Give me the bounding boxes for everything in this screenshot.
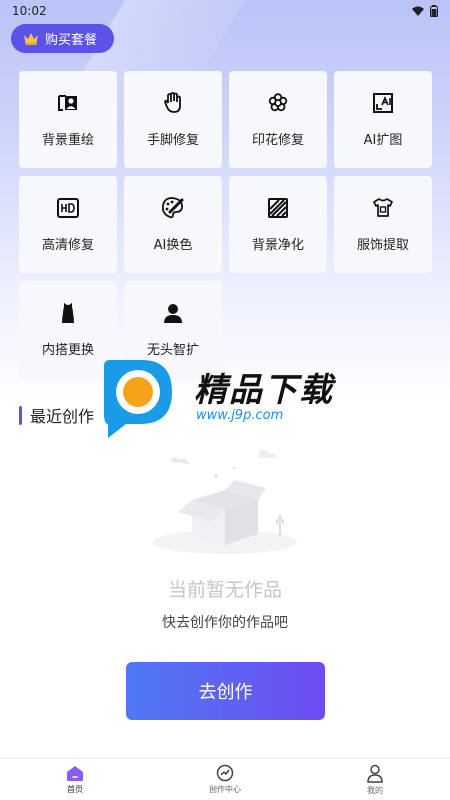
buy-package-label: 购买套餐	[45, 33, 98, 48]
tab-label: 我的	[367, 785, 383, 795]
user-icon	[367, 764, 383, 783]
tool-grid: 背景重绘 手脚修复 印花修复 AI扩图 高清修复 AI换色 背景净化 服饰提取 …	[19, 71, 433, 378]
tool-label: 高清修复	[41, 238, 94, 253]
tool-label: 背景重绘	[41, 133, 94, 148]
shirt-icon	[371, 196, 395, 220]
headless-person-icon	[161, 301, 185, 325]
buy-package-button[interactable]: 购买套餐	[11, 24, 114, 53]
wifi-icon	[412, 6, 424, 16]
go-create-button[interactable]: 去创作	[126, 662, 325, 720]
tool-label: 手脚修复	[146, 133, 199, 148]
tool-apparel-extract[interactable]: 服饰提取	[334, 176, 432, 273]
tool-print-repair[interactable]: 印花修复	[229, 71, 327, 168]
person-frame-icon	[56, 91, 80, 115]
tab-label: 首页	[67, 784, 83, 794]
go-create-label: 去创作	[198, 682, 253, 703]
status-time: 10:02	[12, 4, 47, 18]
recent-title: 最近创作	[30, 407, 95, 426]
hand-icon	[161, 91, 185, 115]
palette-icon	[161, 196, 185, 220]
watermark-logo-icon	[104, 360, 172, 438]
tab-home[interactable]: 首页	[0, 759, 150, 800]
empty-state-title: 当前暂无作品	[167, 579, 282, 601]
tool-label: 背景净化	[251, 238, 304, 253]
tool-background-clean[interactable]: 背景净化	[229, 176, 327, 273]
battery-icon	[430, 5, 438, 17]
creation-center-icon	[216, 764, 234, 782]
tool-hd-repair[interactable]: 高清修复	[19, 176, 117, 273]
tool-label: 印花修复	[251, 133, 304, 148]
status-bar: 10:02	[0, 0, 450, 22]
flower-icon	[266, 91, 290, 115]
section-accent-bar	[19, 405, 22, 425]
tank-top-icon	[56, 301, 80, 325]
tool-label: 服饰提取	[356, 238, 409, 253]
tool-label: 内搭更换	[41, 343, 94, 358]
home-icon	[67, 765, 83, 781]
tool-background-redraw[interactable]: 背景重绘	[19, 71, 117, 168]
tab-creation-center[interactable]: 创作中心	[150, 759, 300, 800]
tool-label: AI扩图	[363, 133, 403, 148]
watermark-url: www.j9p.com	[196, 407, 284, 423]
tab-mine[interactable]: 我的	[300, 759, 450, 800]
ai-expand-icon	[371, 91, 395, 115]
empty-state-subtitle: 快去创作你的作品吧	[162, 615, 288, 631]
recent-section-title: 最近创作	[19, 403, 94, 427]
tool-label: AI换色	[153, 238, 193, 253]
empty-box-illustration	[153, 450, 297, 554]
stripes-icon	[266, 196, 290, 220]
tool-hand-foot-repair[interactable]: 手脚修复	[124, 71, 222, 168]
tab-label: 创作中心	[209, 785, 241, 794]
watermark-brand: 精品下载	[194, 369, 334, 409]
hd-icon	[56, 196, 80, 220]
tool-ai-recolor[interactable]: AI换色	[124, 176, 222, 273]
tool-ai-expand[interactable]: AI扩图	[334, 71, 432, 168]
crown-icon	[24, 33, 38, 45]
watermark: 精品下载 www.j9p.com	[100, 354, 350, 440]
bottom-tab-bar: 首页 创作中心 我的	[0, 758, 450, 800]
